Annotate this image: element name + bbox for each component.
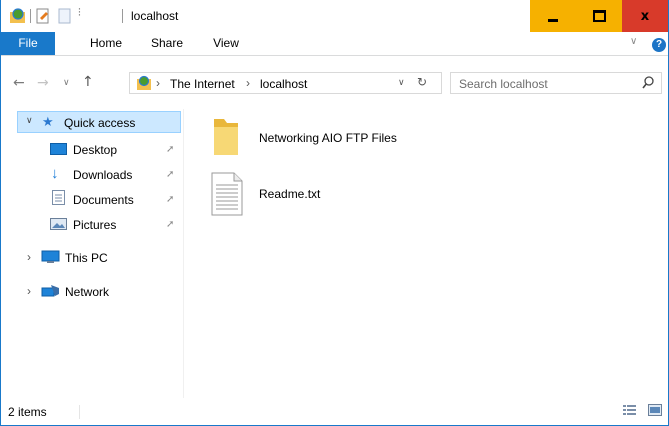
forward-arrow-icon[interactable]: → <box>37 75 49 91</box>
maximize-icon <box>592 10 606 22</box>
title-bar: ⫶ localhost x <box>1 0 668 32</box>
new-folder-icon[interactable] <box>58 8 71 27</box>
qa-separator <box>30 9 31 23</box>
desktop-icon <box>50 143 67 159</box>
tab-home[interactable]: Home <box>80 32 132 55</box>
large-icons-view-icon[interactable] <box>648 404 662 419</box>
pin-icon: ➚ <box>166 219 175 230</box>
status-bar: 2 items <box>1 398 668 425</box>
pin-icon: ➚ <box>166 169 175 180</box>
nav-this-pc[interactable]: This PC <box>65 251 108 265</box>
customize-qa-dropdown[interactable]: ⫶ <box>78 7 81 20</box>
details-view-icon[interactable] <box>623 404 637 419</box>
downloads-icon: ↓ <box>51 165 59 182</box>
status-separator <box>79 405 80 419</box>
expand-ribbon-chevron-icon[interactable]: ∨ <box>630 36 637 47</box>
search-box[interactable]: Search localhost <box>450 72 662 94</box>
minimize-icon <box>548 18 558 22</box>
expand-quick-access-chevron-icon[interactable]: ∨ <box>26 115 33 126</box>
nav-pictures[interactable]: Pictures <box>73 218 116 232</box>
address-history-chevron-icon[interactable]: ∨ <box>398 77 405 88</box>
breadcrumb-the-internet[interactable]: The Internet <box>170 77 235 91</box>
this-pc-icon <box>41 250 60 267</box>
breadcrumb-separator-icon: › <box>156 76 160 90</box>
help-icon[interactable]: ? <box>652 38 666 52</box>
breadcrumb-localhost[interactable]: localhost <box>260 77 307 91</box>
search-input[interactable]: Search localhost <box>459 77 548 91</box>
close-button[interactable]: x <box>622 0 668 32</box>
tab-share[interactable]: Share <box>141 32 193 55</box>
star-icon: ★ <box>42 114 54 129</box>
nav-documents[interactable]: Documents <box>73 193 134 207</box>
minimize-button[interactable] <box>530 0 576 32</box>
pin-icon: ➚ <box>166 144 175 155</box>
text-file-icon <box>211 172 243 219</box>
folder-icon <box>212 117 240 160</box>
nav-network[interactable]: Network <box>65 285 109 299</box>
title-separator <box>122 9 123 23</box>
nav-downloads[interactable]: Downloads <box>73 168 132 182</box>
maximize-button[interactable] <box>576 0 622 32</box>
navigation-pane: ∨ ★ Quick access Desktop ➚ ↓ Downloads ➚… <box>1 109 184 398</box>
address-bar[interactable]: › The Internet › localhost ∨ ↻ <box>129 72 442 94</box>
pin-icon: ➚ <box>166 194 175 205</box>
app-icon[interactable] <box>9 8 26 27</box>
window-title: localhost <box>131 9 179 23</box>
expand-network-chevron-icon[interactable]: › <box>27 284 31 298</box>
nav-quick-access-label: Quick access <box>64 116 136 130</box>
network-icon <box>41 284 60 301</box>
close-icon: x <box>640 8 650 24</box>
item-count: 2 items <box>8 405 47 419</box>
expand-this-pc-chevron-icon[interactable]: › <box>27 250 31 264</box>
breadcrumb-separator-icon: › <box>246 76 250 90</box>
properties-icon[interactable] <box>36 8 51 27</box>
file-name: Networking AIO FTP Files <box>259 131 397 145</box>
internet-location-icon <box>136 75 152 94</box>
documents-icon <box>52 190 65 208</box>
file-name: Readme.txt <box>259 187 321 201</box>
ribbon-tabs: File Home Share View ∨ ? <box>1 32 668 56</box>
refresh-icon[interactable]: ↻ <box>417 75 427 89</box>
back-arrow-icon[interactable]: ← <box>13 75 25 91</box>
up-arrow-icon[interactable]: ↑ <box>82 74 94 90</box>
nav-desktop[interactable]: Desktop <box>73 143 117 157</box>
tab-view[interactable]: View <box>202 32 250 55</box>
file-explorer-window: ⫶ localhost x File Home Share View ∨ ? ←… <box>0 0 669 426</box>
search-icon[interactable] <box>642 76 654 93</box>
pictures-icon <box>50 218 67 233</box>
recent-locations-chevron-icon[interactable]: ∨ <box>63 78 70 88</box>
tab-file[interactable]: File <box>1 32 55 55</box>
